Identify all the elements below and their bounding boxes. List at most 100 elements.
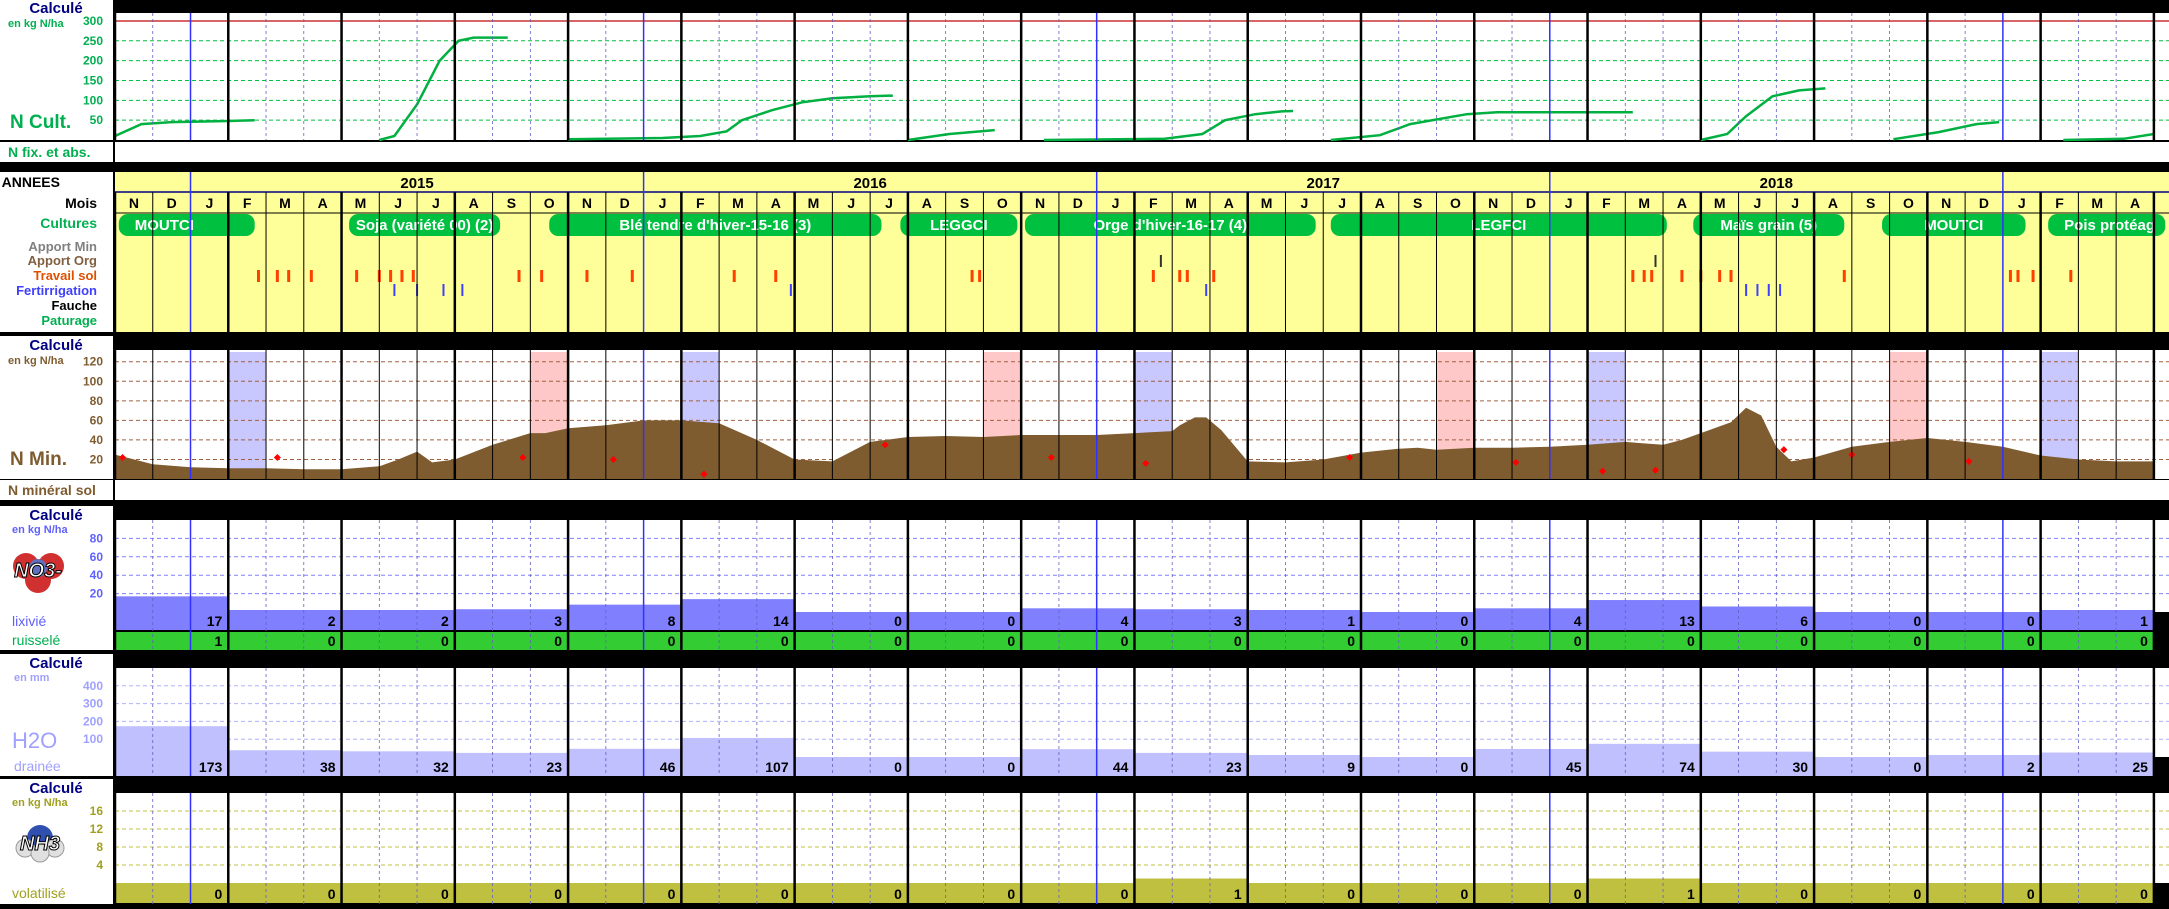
no3-value-label: 3 [1234,613,1242,629]
fertirrigation-mark [393,284,396,296]
no3-value-label: 2 [328,613,336,629]
h2o-bar [1700,751,1815,757]
nh3-value-label: 0 [328,886,336,902]
nh3-value-cell [568,883,682,903]
simulation-chart: Calculé en kg N/ha N Cult. 5010015020025… [0,0,2169,904]
nh3-value-cell [2040,883,2154,903]
no3-value-cell [1360,632,1475,650]
crop-label: Maïs grain (5) [1720,217,1817,234]
no3-value-label: 0 [1574,633,1582,649]
travail-sol-mark [1631,270,1635,282]
month-label: N [1035,195,1045,211]
month-label: M [808,195,820,211]
fertirrigation-mark [1779,284,1782,296]
nh3-value-label: 0 [1347,886,1355,902]
nmin-shaded-period [228,352,267,479]
nh3-ytick-label: 16 [90,804,104,818]
h2o-value-label: 30 [1793,759,1809,775]
no3-bar [341,610,455,612]
h2o-bar [115,726,229,757]
year-label: 2018 [1760,175,1793,192]
nh3-value-cell [1247,883,1361,903]
nh3-value-label: 1 [1234,886,1242,902]
no3-value-label: 17 [207,613,223,629]
month-label: N [582,195,592,211]
crop-label: MOUTCI [135,217,194,234]
no3-value-cell [1021,612,1135,630]
month-label: J [432,195,440,211]
travail-sol-mark [275,270,279,282]
no3-value-label: 0 [1800,633,1808,649]
no3-value-label: 0 [1914,633,1922,649]
month-label: J [1565,195,1573,211]
fauche-label: Fauche [51,298,97,313]
h2o-value-label: 25 [2132,759,2148,775]
h2o-axis-title: H2O [12,728,57,753]
travail-sol-mark [970,270,974,282]
no3-bar [1021,608,1135,612]
nh3-bar [1134,878,1248,883]
month-label: J [1754,195,1762,211]
annees-label: ANNEES [2,174,60,190]
travail-sol-mark [2008,270,2012,282]
no3-value-label: 0 [1007,613,1015,629]
nh3-value-label: 0 [781,886,789,902]
h2o-value-label: 74 [1679,759,1695,775]
travail-sol-mark [630,270,634,282]
no3-bar [681,599,795,612]
h2o-ytick-label: 300 [83,697,103,711]
h2o-bar [1927,755,2041,757]
no3-value-cell [341,632,455,650]
month-label: S [1866,195,1875,211]
no3-value-cell [1134,612,1248,630]
no3-value-label: 0 [1007,633,1015,649]
h2o-bar [1247,755,1361,757]
no3-value-label: 3 [554,613,562,629]
month-row-bg [115,192,2169,214]
no3-value-label: 0 [1914,613,1922,629]
month-label: A [922,195,932,211]
no3-value-cell [1134,632,1248,650]
month-label: J [1791,195,1799,211]
drainee-label: drainée [14,758,61,774]
travail-sol-mark [1212,270,1216,282]
month-label: J [847,195,855,211]
no3-bar [1587,600,1701,612]
travail-sol-mark [732,270,736,282]
nfix-row: N fix. et abs. [0,142,2169,162]
month-label: A [2130,195,2140,211]
travail-sol-mark [355,270,359,282]
month-label: D [1073,195,1083,211]
nh3-value-label: 0 [668,886,676,902]
month-label: D [1979,195,1989,211]
month-label: M [1185,195,1197,211]
apport-min-label: Apport Min [28,239,97,254]
travail-sol-mark [1185,270,1189,282]
no3-value-cell [454,632,569,650]
ncult-plot-bg [115,13,2169,140]
month-label: O [997,195,1008,211]
no3-bar [568,604,682,612]
h2o-value-label: 38 [320,759,336,775]
nh3-value-cell [1134,883,1248,903]
nh3-value-cell [115,883,229,903]
no3-value-cell [1474,612,1588,630]
month-label: N [1488,195,1498,211]
fertirrigation-mark [1205,284,1208,296]
no3-value-cell [794,612,908,630]
no3-ytick-label: 40 [90,568,104,582]
nh3-value-label: 0 [1460,886,1468,902]
volatilise-label: volatilisé [12,885,66,901]
crop-label: LEGFCI [1471,217,1526,234]
month-label: A [771,195,781,211]
nh3-value-label: 0 [1007,886,1015,902]
nh3-value-label: 0 [1800,886,1808,902]
fertirrigation-mark [1756,284,1759,296]
h2o-value-cell [1814,757,1928,776]
month-label: J [659,195,667,211]
stics-output-dashboard: Calculé en kg N/ha N Cult. 50 100 150 200 25… [0,0,2169,904]
no3-value-label: 0 [668,633,676,649]
no3-value-cell [2040,632,2154,650]
year-label: 2015 [400,175,433,192]
no3-value-cell [1927,632,2041,650]
